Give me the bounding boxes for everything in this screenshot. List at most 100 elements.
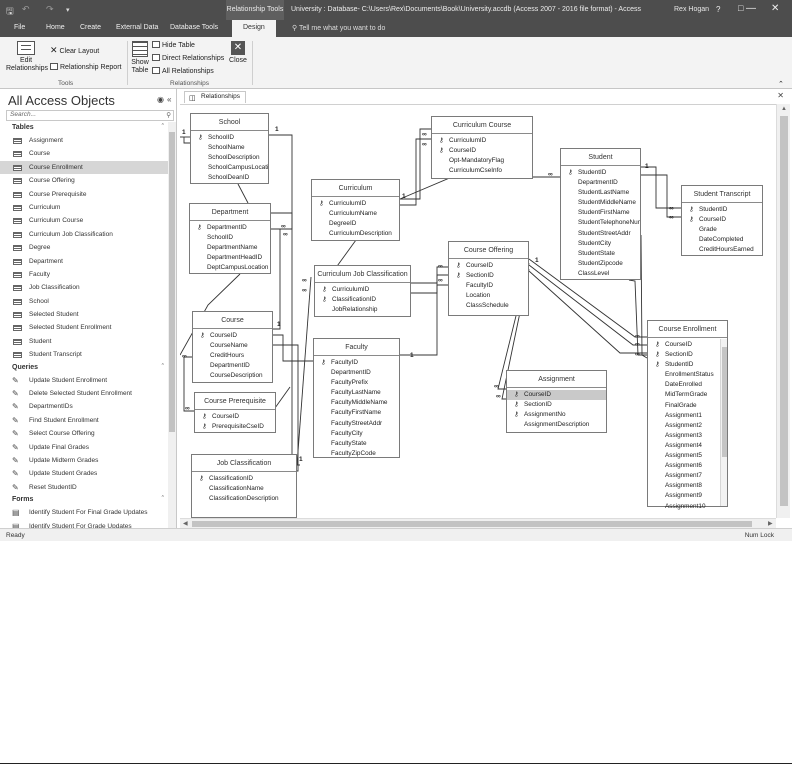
nav-query-update-midterm-grades[interactable]: ✎ Update Midterm Grades xyxy=(0,454,168,467)
field-row[interactable]: ⚷ CurriculumID xyxy=(432,136,532,146)
field-row[interactable]: FacultyState xyxy=(314,439,399,449)
nav-table-course-enrollment[interactable]: Course Enrollment xyxy=(0,160,168,175)
field-row[interactable]: ⚷ FacultyID xyxy=(314,358,399,368)
nav-table-selected-student[interactable]: Selected Student xyxy=(0,308,168,321)
field-row[interactable]: ⚷ CourseID xyxy=(432,146,532,156)
table-title[interactable]: Student Transcript xyxy=(682,186,762,203)
nav-table-course-offering[interactable]: Course Offering xyxy=(0,174,168,187)
field-row[interactable]: CreditHoursEarned xyxy=(682,245,762,255)
redo-icon[interactable]: ↷ xyxy=(46,4,54,15)
tab-create[interactable]: Create xyxy=(80,24,101,31)
relationship-line[interactable] xyxy=(237,183,249,204)
customize-quick-access-icon[interactable]: ▾ xyxy=(66,6,70,14)
relationship-line[interactable] xyxy=(273,344,299,472)
field-row[interactable]: StudentState xyxy=(561,249,640,259)
tab-database-tools[interactable]: Database Tools xyxy=(170,24,218,31)
field-row[interactable]: CourseName xyxy=(193,341,272,351)
nav-table-assignment[interactable]: Assignment xyxy=(0,134,168,147)
table-department[interactable]: Department ⚷ DepartmentID SchoolID Departmen… xyxy=(189,203,271,274)
table-title[interactable]: Faculty xyxy=(314,339,399,356)
field-row[interactable]: DegreeID xyxy=(312,219,399,229)
field-row[interactable]: DateCompleted xyxy=(682,235,762,245)
field-row[interactable]: FacultyPrefix xyxy=(314,378,399,388)
canvas-vertical-scrollbar[interactable]: ▲ xyxy=(776,104,790,518)
field-row[interactable]: ⚷ SectionID xyxy=(507,400,606,410)
field-row[interactable]: EnrollmentStatus xyxy=(648,370,727,380)
relationships-canvas[interactable]: School ⚷ SchoolID SchoolName SchoolDescripti… xyxy=(180,104,776,518)
field-row[interactable]: ⚷ ClassificationID xyxy=(192,474,296,484)
help-button[interactable]: ? xyxy=(716,5,720,14)
field-row[interactable]: FacultyCity xyxy=(314,429,399,439)
relationship-line[interactable] xyxy=(269,134,293,230)
field-row[interactable]: FacultyFirstName xyxy=(314,408,399,418)
table-student[interactable]: Student ⚷ StudentID DepartmentID StudentLast… xyxy=(560,148,641,280)
direct-relationships-button[interactable]: Direct Relationships xyxy=(152,54,224,62)
edit-relationships-button[interactable]: Edit Relationships xyxy=(6,41,48,73)
field-row[interactable]: ⚷ CourseID xyxy=(682,215,762,225)
tab-design[interactable]: Design xyxy=(232,20,276,37)
field-row[interactable]: Assignment10 xyxy=(648,502,727,512)
table-title[interactable]: Course Offering xyxy=(449,242,528,259)
field-row[interactable]: ⚷ PrerequisiteCseID xyxy=(195,422,275,432)
table-course[interactable]: Course ⚷ CourseID CourseName CreditHours Depa… xyxy=(192,311,273,383)
relationship-line[interactable] xyxy=(399,176,560,200)
nav-table-course[interactable]: Course xyxy=(0,147,168,160)
table-title[interactable]: Course Prerequisite xyxy=(195,393,275,410)
field-row[interactable]: Location xyxy=(449,291,528,301)
scroll-up-icon[interactable]: ▲ xyxy=(781,106,787,112)
field-row[interactable]: DepartmentID xyxy=(314,368,399,378)
field-row[interactable]: DepartmentHeadID xyxy=(190,253,270,263)
field-row[interactable]: StudentZipcode xyxy=(561,259,640,269)
relationship-line[interactable] xyxy=(641,166,681,209)
nav-query-select-course-offering[interactable]: ✎ Select Course Offering xyxy=(0,427,168,440)
field-row[interactable]: Assignment6 xyxy=(648,461,727,471)
field-row[interactable]: Assignment8 xyxy=(648,481,727,491)
field-row[interactable]: ⚷ StudentID xyxy=(561,168,640,178)
table-course-prerequisite[interactable]: Course Prerequisite ⚷ CourseID ⚷ Prerequisit… xyxy=(194,392,276,433)
field-row[interactable]: FacultyLastName xyxy=(314,388,399,398)
field-row[interactable]: MidTermGrade xyxy=(648,390,727,400)
field-row[interactable]: Assignment3 xyxy=(648,431,727,441)
vertical-scrollbar-thumb[interactable] xyxy=(780,116,788,506)
field-row[interactable]: DepartmentID xyxy=(193,361,272,371)
nav-table-student[interactable]: Student xyxy=(0,335,168,348)
nav-scrollbar-thumb[interactable] xyxy=(169,132,175,432)
hide-table-button[interactable]: Hide Table xyxy=(152,41,195,49)
table-title[interactable]: Assignment xyxy=(507,371,606,388)
undo-icon[interactable]: ↶ xyxy=(22,4,30,15)
close-window-button[interactable]: ✕ xyxy=(771,3,779,14)
horizontal-scrollbar-thumb[interactable] xyxy=(192,521,752,527)
table-school[interactable]: School ⚷ SchoolID SchoolName SchoolDescripti… xyxy=(190,113,269,184)
table-title[interactable]: School xyxy=(191,114,268,131)
nav-query-find-student-enrollment[interactable]: ✎ Find Student Enrollment xyxy=(0,414,168,427)
relationship-line[interactable] xyxy=(528,270,647,354)
tab-external-data[interactable]: External Data xyxy=(116,24,158,31)
field-row[interactable]: Assignment9 xyxy=(648,491,727,501)
nav-table-faculty[interactable]: Faculty xyxy=(0,268,168,281)
field-row[interactable]: JobRelationship xyxy=(315,305,410,315)
tell-me-box[interactable]: ⚲ Tell me what you want to do xyxy=(292,24,385,32)
field-row[interactable]: DeptCampusLocation xyxy=(190,263,270,273)
table-scrollbar[interactable] xyxy=(720,339,727,506)
field-row[interactable]: CurriculumName xyxy=(312,209,399,219)
field-row[interactable]: StudentCity xyxy=(561,239,640,249)
field-row[interactable]: ⚷ CourseID xyxy=(195,412,275,422)
nav-query-delete-selected-student-enrollment[interactable]: ✎ Delete Selected Student Enrollment xyxy=(0,387,168,400)
field-row[interactable]: FacultyStreetAddr xyxy=(314,419,399,429)
table-curriculum-course[interactable]: Curriculum Course ⚷ CurriculumID ⚷ CourseID O… xyxy=(431,116,533,179)
table-assignment[interactable]: Assignment ⚷ CourseID ⚷ SectionID ⚷ Assignment… xyxy=(506,370,607,433)
field-row[interactable]: Opt-MandatoryFlag xyxy=(432,156,532,166)
field-row[interactable]: ⚷ CurriculumID xyxy=(315,285,410,295)
field-row[interactable]: ⚷ CourseID xyxy=(449,261,528,271)
field-row[interactable]: FacultyID xyxy=(449,281,528,291)
nav-section-forms[interactable]: Forms ˆ xyxy=(0,494,168,506)
shutter-bar-icon[interactable]: « xyxy=(167,95,171,104)
table-title[interactable]: Curriculum Job Classification xyxy=(315,266,410,283)
table-curriculum[interactable]: Curriculum ⚷ CurriculumID CurriculumName Deg… xyxy=(311,179,400,241)
nav-title[interactable]: All Access Objects xyxy=(8,93,115,108)
nav-section-queries[interactable]: Queries ˆ xyxy=(0,362,168,374)
close-button[interactable]: ✕ Close xyxy=(228,41,248,64)
table-scrollbar-thumb[interactable] xyxy=(722,347,727,457)
field-row[interactable]: ClassLevel xyxy=(561,269,640,279)
ribbon-display-options-icon[interactable]: □ xyxy=(738,3,743,13)
